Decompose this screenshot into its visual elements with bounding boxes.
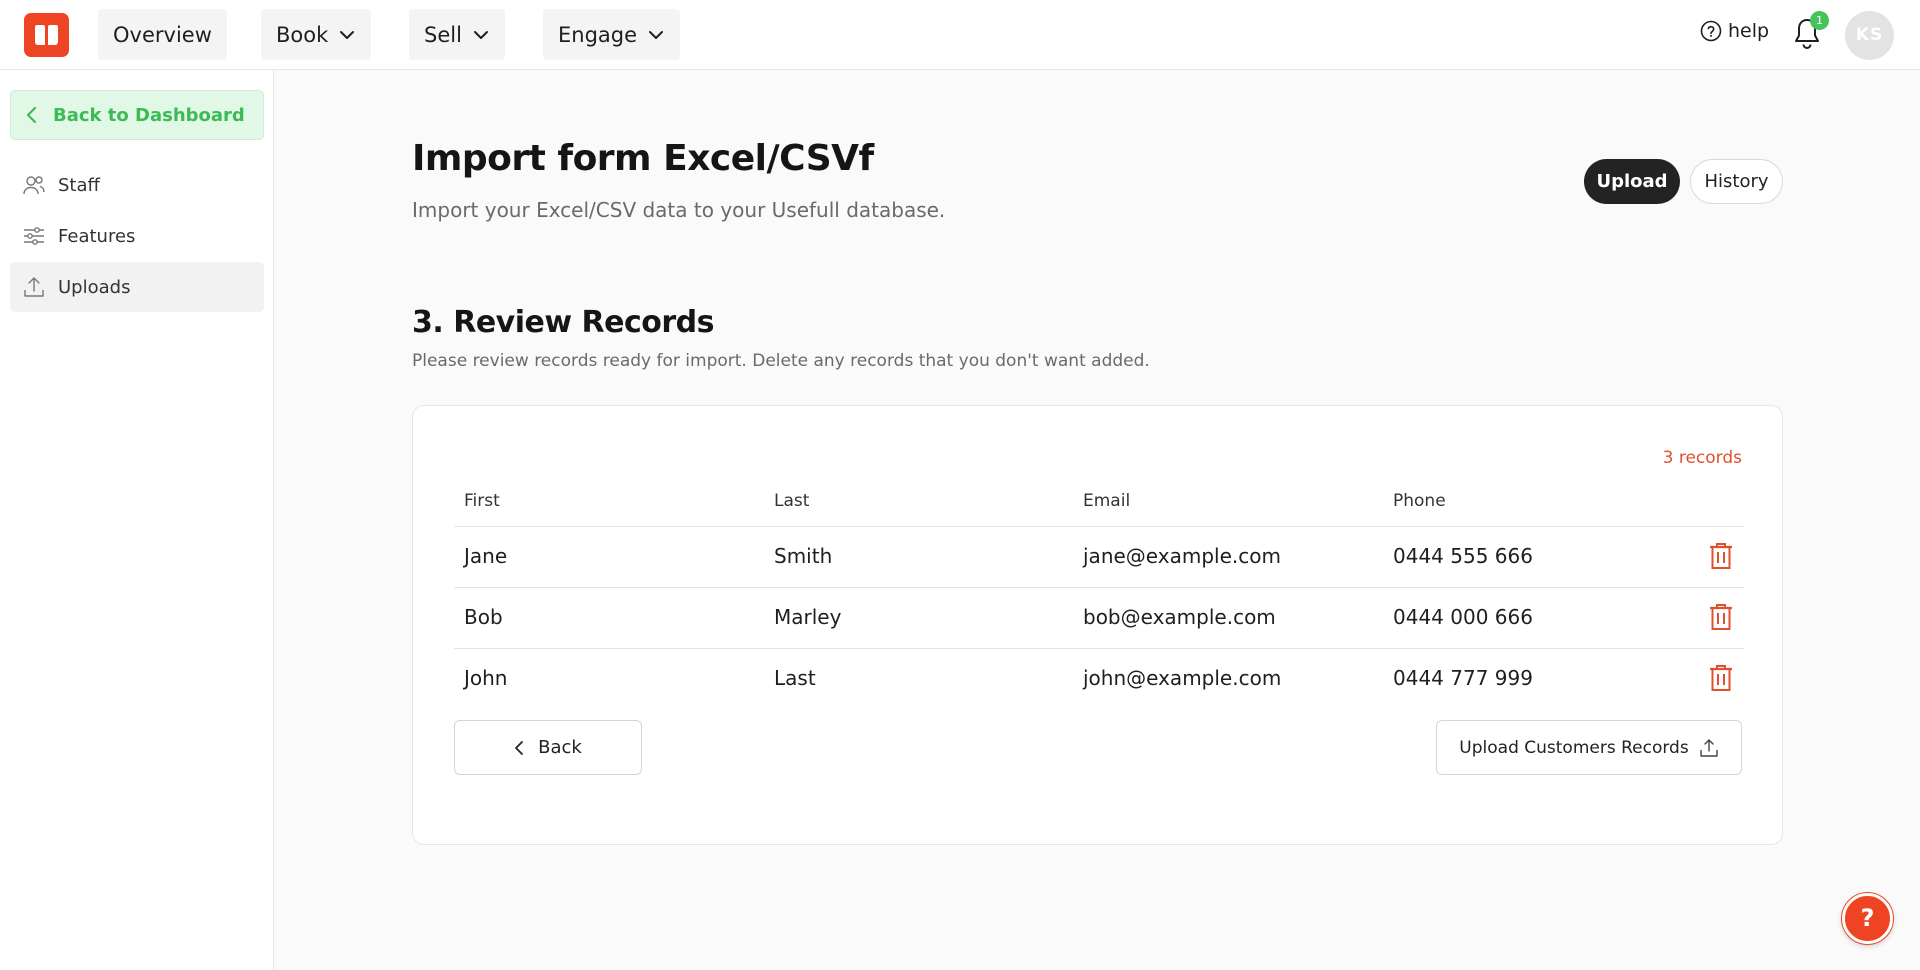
back-button[interactable]: Back: [454, 720, 642, 775]
cell-phone: 0444 000 666: [1393, 605, 1533, 629]
chevron-left-icon: [515, 740, 524, 755]
nav-engage[interactable]: Engage: [543, 9, 681, 60]
cell-last: Smith: [774, 544, 833, 568]
help-label: help: [1728, 20, 1770, 42]
cell-first: Jane: [464, 544, 508, 568]
help-fab-button[interactable]: ?: [1842, 893, 1893, 944]
chevron-down-icon: [340, 30, 355, 39]
nav-book[interactable]: Book: [261, 9, 372, 60]
sliders-icon: [24, 227, 44, 245]
nav-sell[interactable]: Sell: [409, 9, 505, 60]
sidebar-item-uploads[interactable]: Uploads: [10, 262, 264, 312]
help-circle-icon: [1700, 20, 1722, 42]
cell-email: jane@example.com: [1083, 544, 1281, 568]
cell-email: john@example.com: [1083, 666, 1282, 690]
users-icon: [23, 176, 45, 195]
trash-icon[interactable]: [1708, 603, 1734, 631]
chevron-down-icon: [473, 30, 488, 39]
section-subtitle: Please review records ready for import. …: [412, 351, 1150, 371]
app-logo[interactable]: [24, 13, 69, 57]
section-title: 3. Review Records: [412, 305, 714, 340]
cell-first: John: [464, 666, 508, 690]
back-to-dashboard-button[interactable]: Back to Dashboard: [10, 90, 264, 140]
avatar[interactable]: KS: [1845, 11, 1894, 60]
chevron-left-icon: [26, 106, 37, 124]
trash-icon[interactable]: [1708, 664, 1734, 692]
column-header-email: Email: [1083, 491, 1131, 511]
back-button-label: Back: [538, 737, 582, 758]
sidebar-item-features[interactable]: Features: [10, 211, 264, 261]
sidebar-item-label: Uploads: [58, 276, 131, 298]
table-row: John Last john@example.com 0444 777 999: [454, 649, 1744, 710]
tab-upload[interactable]: Upload: [1584, 159, 1680, 204]
upload-customers-records-button[interactable]: Upload Customers Records: [1436, 720, 1742, 775]
cell-email: bob@example.com: [1083, 605, 1276, 629]
cell-last: Last: [774, 666, 816, 690]
sidebar-item-label: Features: [58, 225, 136, 247]
nav-overview-label: Overview: [113, 22, 212, 47]
trash-icon[interactable]: [1708, 542, 1734, 570]
cell-first: Bob: [464, 605, 503, 629]
nav-engage-label: Engage: [558, 22, 638, 47]
upload-icon: [1700, 738, 1718, 757]
table-row: Bob Marley bob@example.com 0444 000 666: [454, 588, 1744, 649]
nav-book-label: Book: [276, 22, 329, 47]
back-to-dashboard-label: Back to Dashboard: [53, 104, 245, 126]
page-subtitle: Import your Excel/CSV data to your Usefu…: [412, 198, 946, 222]
nav-sell-label: Sell: [424, 22, 462, 47]
review-records-card: 3 records First Last Email Phone Jane Sm…: [412, 405, 1783, 845]
notification-badge: 1: [1810, 11, 1829, 30]
upload-button-label: Upload Customers Records: [1459, 737, 1689, 758]
help-link[interactable]: help: [1700, 20, 1769, 42]
column-header-last: Last: [774, 491, 810, 511]
upload-icon: [24, 277, 44, 297]
top-bar: Overview Book Sell Engage help 1 KS: [0, 0, 1920, 70]
column-header-phone: Phone: [1393, 491, 1446, 511]
tab-history[interactable]: History: [1690, 159, 1783, 204]
sidebar-item-staff[interactable]: Staff: [10, 160, 264, 210]
column-header-first: First: [464, 491, 500, 511]
nav-overview[interactable]: Overview: [98, 9, 227, 60]
page-title: Import form Excel/CSVf: [412, 138, 874, 179]
table-header: First Last Email Phone: [454, 486, 1744, 527]
table-row: Jane Smith jane@example.com 0444 555 666: [454, 527, 1744, 588]
cell-phone: 0444 555 666: [1393, 544, 1533, 568]
sidebar: Back to Dashboard Staff Features Uploads: [0, 70, 274, 970]
records-count: 3 records: [1662, 448, 1742, 468]
cell-last: Marley: [774, 605, 842, 629]
chevron-down-icon: [649, 30, 664, 39]
sidebar-item-label: Staff: [58, 174, 100, 196]
cell-phone: 0444 777 999: [1393, 666, 1533, 690]
